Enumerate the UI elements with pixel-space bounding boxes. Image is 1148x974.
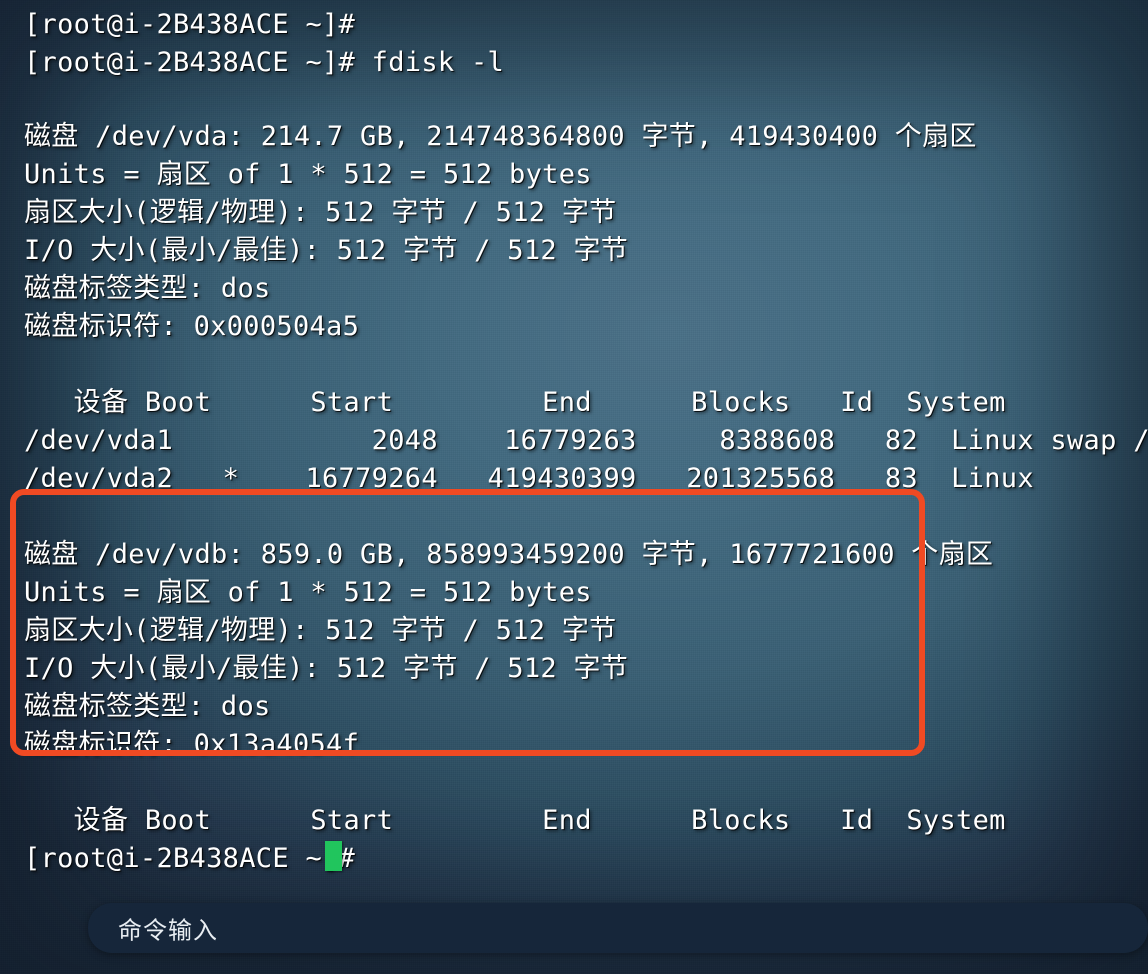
- vda-label-type-line: 磁盘标签类型: dos: [24, 273, 271, 304]
- terminal-screen: [root@i-2B438ACE ~]# [root@i-2B438ACE ~]…: [0, 0, 1148, 974]
- terminal-line-fdisk-command: [root@i-2B438ACE ~]# fdisk -l: [24, 47, 505, 78]
- vdb-units-line: Units = 扇区 of 1 * 512 = 512 bytes: [24, 577, 592, 608]
- vdb-io-size-line: I/O 大小(最小/最佳): 512 字节 / 512 字节: [24, 653, 629, 684]
- terminal-output[interactable]: [root@i-2B438ACE ~]# [root@i-2B438ACE ~]…: [0, 0, 1148, 974]
- terminal-line-prompt-1: [root@i-2B438ACE ~]#: [24, 9, 356, 40]
- vda-disk-summary-line: 磁盘 /dev/vda: 214.7 GB, 214748364800 字节, …: [24, 121, 977, 152]
- vda-identifier-line: 磁盘标识符: 0x000504a5: [24, 311, 360, 342]
- vda-units-line: Units = 扇区 of 1 * 512 = 512 bytes: [24, 159, 592, 190]
- vdb-disk-summary-line: 磁盘 /dev/vdb: 859.0 GB, 858993459200 字节, …: [24, 539, 994, 570]
- command-input[interactable]: 命令输入: [88, 903, 1148, 953]
- terminal-line-prompt-final: [root@i-2B438ACE ~]#: [24, 843, 356, 874]
- table-row-vda2: /dev/vda2 * 16779264 419430399 201325568…: [24, 463, 1034, 494]
- vda-io-size-line: I/O 大小(最小/最佳): 512 字节 / 512 字节: [24, 235, 629, 266]
- vdb-identifier-line: 磁盘标识符: 0x13a4054f: [24, 729, 360, 760]
- vdb-sector-size-line: 扇区大小(逻辑/物理): 512 字节 / 512 字节: [24, 615, 617, 646]
- vdb-label-type-line: 磁盘标签类型: dos: [24, 691, 271, 722]
- command-input-placeholder: 命令输入: [118, 916, 218, 945]
- terminal-cursor: [325, 841, 342, 871]
- table-row-vda1: /dev/vda1 2048 16779263 8388608 82 Linux…: [24, 425, 1148, 456]
- vda-partition-table-header: 设备 Boot Start End Blocks Id System: [24, 387, 1006, 418]
- vda-sector-size-line: 扇区大小(逻辑/物理): 512 字节 / 512 字节: [24, 197, 617, 228]
- vdb-partition-table-header: 设备 Boot Start End Blocks Id System: [24, 805, 1006, 836]
